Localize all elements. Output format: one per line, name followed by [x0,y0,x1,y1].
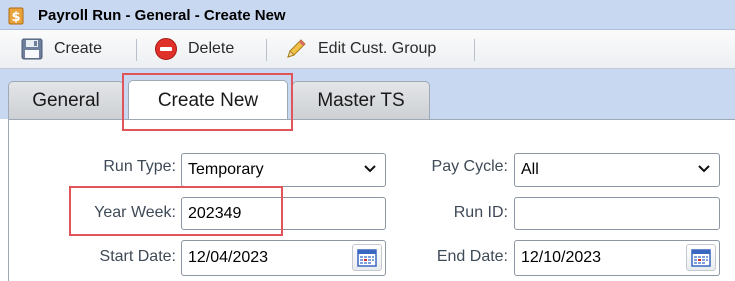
calendar-icon [357,248,377,267]
edit-cust-group-button[interactable]: Edit Cust. Group [284,36,436,62]
floppy-disk-icon [21,38,43,60]
year-week-value: 202349 [188,204,242,222]
create-label: Create [54,40,103,57]
end-date-label: End Date: [436,248,508,265]
start-date-value: 12/04/2023 [188,249,269,266]
chevron-down-icon [698,165,710,173]
end-date-calendar-button[interactable] [686,244,716,271]
run-id-label: Run ID: [453,204,508,221]
end-date-input[interactable]: 12/10/2023 [514,240,720,276]
tab-general-label: General [32,89,100,111]
pay-cycle-label: Pay Cycle: [431,158,508,175]
title-bar: $ Payroll Run - General - Create New [0,0,735,30]
end-date-value: 12/10/2023 [521,249,602,266]
payroll-run-window: $ Payroll Run - General - Create New Cre… [0,0,735,281]
tab-create-new[interactable]: Create New [128,80,288,120]
pay-cycle-value: All [521,161,539,178]
year-week-input[interactable]: 202349 [181,197,386,230]
edit-cust-group-label: Edit Cust. Group [318,40,437,57]
tab-general[interactable]: General [8,81,124,119]
run-type-select[interactable]: Temporary [181,153,386,187]
run-type-value: Temporary [188,161,264,178]
tab-strip: General Create New Master TS [0,69,735,120]
pay-cycle-select[interactable]: All [514,153,720,187]
pencil-icon [287,39,306,58]
toolbar-divider [266,39,267,61]
start-date-calendar-button[interactable] [352,244,382,271]
run-type-label: Run Type: [103,158,176,175]
delete-label: Delete [188,40,235,57]
start-date-label: Start Date: [99,248,176,265]
dollar-document-icon: $ [8,7,24,25]
create-button[interactable]: Create [20,36,102,62]
toolbar-divider [474,39,475,61]
toolbar: Create Delete Edit Cust. Group [0,30,735,69]
run-id-input[interactable] [514,197,720,230]
start-date-input[interactable]: 12/04/2023 [181,240,386,276]
tab-master-ts[interactable]: Master TS [292,81,430,119]
calendar-icon [691,248,711,267]
no-entry-icon [155,38,177,60]
window-title: Payroll Run - General - Create New [38,7,286,24]
tab-master-ts-label: Master TS [317,89,405,111]
chevron-down-icon [364,165,376,173]
delete-button[interactable]: Delete [154,36,234,62]
tab-create-new-label: Create New [157,89,259,111]
svg-text:$: $ [11,10,20,25]
toolbar-divider [136,39,137,61]
year-week-label: Year Week: [94,204,176,221]
